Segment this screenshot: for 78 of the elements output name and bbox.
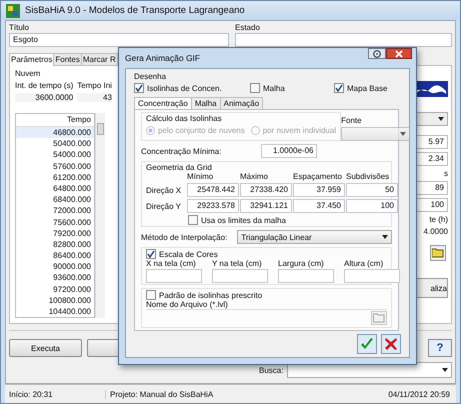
checkbox-label: Isolinhas de Concen. bbox=[147, 84, 222, 92]
table-cell-text: 100800.000 bbox=[48, 294, 92, 306]
tab[interactable]: Marcar R bbox=[80, 53, 118, 65]
status-text: 04/11/2012 20:59 bbox=[387, 390, 451, 398]
tab[interactable]: Malha bbox=[190, 97, 221, 109]
table-cell-text: 61200.000 bbox=[52, 172, 92, 183]
table-cell-text: 64800.000 bbox=[52, 182, 92, 194]
column-label: Subdivisões bbox=[346, 172, 390, 181]
column-label: Espaçamento bbox=[293, 172, 343, 181]
checkbox-label: Padrão de isolinhas prescrito bbox=[159, 290, 262, 300]
table-cell-text: 104400.000 bbox=[48, 306, 92, 318]
group-label: Desenha bbox=[134, 72, 168, 81]
row-label: Direção Y bbox=[146, 202, 182, 210]
table-cell-text: 90000.000 bbox=[52, 261, 92, 272]
field-label: Concentração Mínima: bbox=[141, 146, 222, 156]
title-field[interactable]: Esgoto bbox=[9, 33, 229, 47]
column-label: Máximo bbox=[240, 172, 270, 181]
table-cell-text: 68400.000 bbox=[52, 194, 92, 206]
group-label: Geometria da Grid bbox=[146, 163, 212, 172]
execute-button[interactable]: Executa bbox=[9, 339, 82, 357]
field-label: Largura (cm) bbox=[278, 259, 325, 268]
table-cell-text: 86400.000 bbox=[52, 250, 92, 262]
dropdown[interactable]: Triangulação Linear bbox=[237, 230, 392, 244]
checkbox-label: Escala de Cores bbox=[159, 250, 218, 258]
tab[interactable]: Animação bbox=[220, 97, 264, 109]
checkbox-label: Mapa Base bbox=[347, 84, 388, 92]
table-cell-text: 50400.000 bbox=[52, 138, 92, 150]
table-cell-text: 93600.000 bbox=[52, 272, 92, 284]
value-text: 4.0000 bbox=[424, 227, 448, 236]
column-label: Int. de tempo (s) bbox=[15, 81, 74, 90]
dropdown-value: Triangulação Linear bbox=[241, 232, 312, 242]
help-button[interactable]: ? bbox=[428, 339, 452, 357]
checkbox-label: Usa os limites da malha bbox=[201, 216, 286, 224]
field-label: Y na tela (cm) bbox=[212, 259, 263, 268]
search-label: Busca: bbox=[259, 366, 284, 374]
column-label: Mínimo bbox=[187, 172, 214, 181]
status-text: Projeto: Manual do SisBaHiA bbox=[105, 390, 384, 398]
dialog-title: Gera Animação GIF bbox=[125, 53, 200, 63]
input-field[interactable]: 100 bbox=[346, 199, 398, 213]
table-cell-text: 79200.000 bbox=[52, 228, 92, 239]
input-field[interactable]: 27338.420 bbox=[240, 183, 292, 197]
input-field[interactable]: 37.450 bbox=[293, 199, 345, 213]
group-label: Nuvem bbox=[15, 69, 42, 78]
input-field[interactable]: 50 bbox=[346, 183, 398, 197]
field-label: te (h) bbox=[429, 215, 448, 224]
title-label: Título bbox=[9, 23, 30, 32]
checkbox-label: Malha bbox=[263, 84, 285, 92]
field-label: Altura (cm) bbox=[344, 259, 384, 268]
input-field[interactable]: 25478.442 bbox=[187, 183, 239, 197]
table-cell: 46800.000 bbox=[16, 127, 94, 138]
tab[interactable]: Parâmetros bbox=[9, 53, 54, 66]
status-text: Início: 20:31 bbox=[8, 390, 54, 398]
table-cell-text: 97200.000 bbox=[52, 284, 92, 295]
field-label: Método de Interpolação: bbox=[141, 232, 228, 242]
radio-label: por nuvem individual bbox=[262, 126, 336, 135]
tab[interactable]: Concentração bbox=[134, 97, 192, 110]
field-label: Fonte bbox=[341, 116, 363, 125]
state-label: Estado bbox=[235, 23, 261, 32]
row-label: Direção X bbox=[146, 186, 182, 194]
group-label: Cálculo das Isolinhas bbox=[146, 114, 222, 123]
input-field[interactable]: 29233.578 bbox=[187, 199, 239, 213]
table-cell-text: 75600.000 bbox=[52, 216, 92, 228]
value-text: 43 bbox=[77, 93, 112, 102]
column-label: Tempo Ini bbox=[77, 81, 112, 90]
input-field[interactable]: 1.0000e-06 bbox=[261, 144, 318, 158]
field-label: s bbox=[444, 169, 448, 178]
radio-label: pelo conjunto de nuvens bbox=[158, 126, 245, 135]
field-label: Nome do Arquivo (*.lvl) bbox=[146, 300, 228, 309]
input-field[interactable]: 32941.121 bbox=[240, 199, 292, 213]
input-field[interactable]: 37.959 bbox=[293, 183, 345, 197]
table-cell-text: 72000.000 bbox=[52, 205, 92, 216]
value-text: 3600.0000 bbox=[15, 93, 74, 102]
table-cell-text: 82800.000 bbox=[52, 238, 92, 250]
tab[interactable]: Fontes bbox=[53, 53, 82, 65]
table-cell-text: 57600.000 bbox=[52, 160, 92, 172]
field-label: X na tela (cm) bbox=[146, 259, 197, 268]
table-cell-text: 54000.000 bbox=[52, 149, 92, 161]
window-title: SisBaHiA 9.0 - Modelos de Transporte Lagrangeano bbox=[25, 5, 245, 16]
